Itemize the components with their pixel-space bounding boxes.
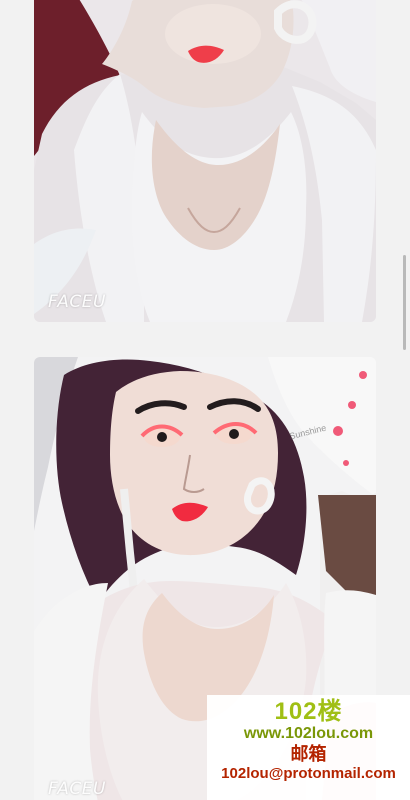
email-address: 102lou@protonmail.com (221, 765, 396, 782)
site-logo-text: 102楼 (274, 698, 343, 725)
faceu-watermark: FACEU (48, 292, 106, 312)
site-overlay-watermark: 102楼 www.102lou.com 邮箱 102lou@protonmail… (207, 695, 410, 800)
vertical-scrollbar[interactable] (403, 0, 406, 800)
photo-feed-page: FACEU Sunshine FACEU 102楼 www.102lou.com… (0, 0, 410, 800)
email-title: 邮箱 (290, 744, 327, 764)
scrollbar-thumb[interactable] (403, 255, 406, 350)
site-url: www.102lou.com (243, 725, 374, 742)
faceu-watermark: FACEU (48, 779, 106, 799)
portrait-photo-1 (34, 0, 376, 322)
photo-card-1[interactable]: FACEU (34, 0, 376, 322)
